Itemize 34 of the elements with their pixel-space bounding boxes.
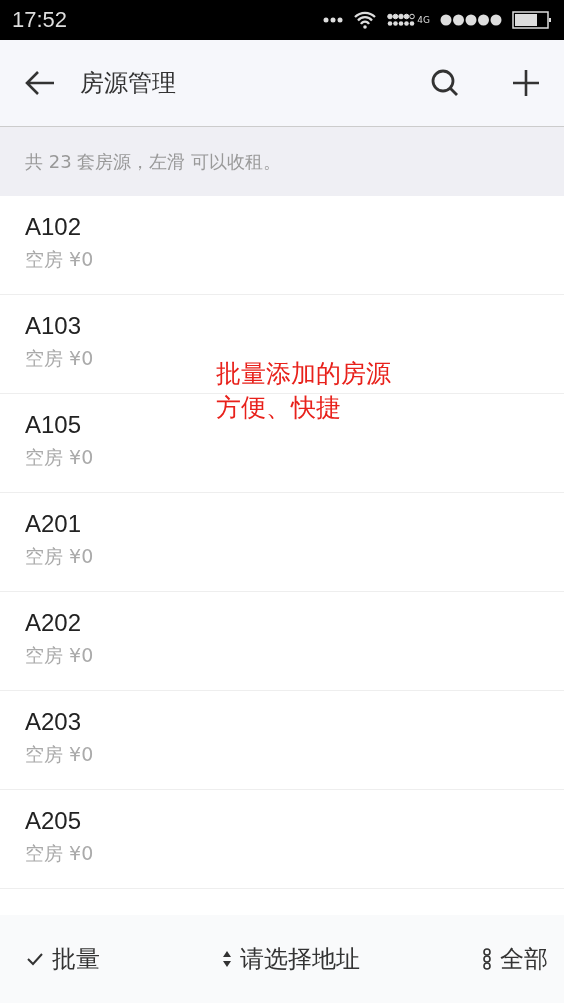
signal-icon xyxy=(387,13,416,27)
ring-stack-icon xyxy=(482,948,492,970)
more-dots-icon xyxy=(323,17,344,23)
notice-text: 共 23 套房源，左滑 可以收租。 xyxy=(25,149,282,174)
network-label: 4G xyxy=(417,15,430,25)
search-button[interactable] xyxy=(430,68,460,98)
room-name[interactable]: A202 xyxy=(25,609,82,637)
room-name[interactable]: A102 xyxy=(25,213,82,241)
batch-button[interactable]: 批量 xyxy=(26,943,100,975)
signal-dots-icon xyxy=(440,14,502,26)
back-button[interactable] xyxy=(24,70,56,96)
room-status: 空房 ¥0 xyxy=(25,247,94,272)
annotation-text: 批量添加的房源 xyxy=(216,358,391,390)
room-status: 空房 ¥0 xyxy=(25,346,94,371)
room-name[interactable]: A105 xyxy=(25,411,82,439)
add-button[interactable] xyxy=(512,69,540,97)
filter-button[interactable]: 全部 xyxy=(482,943,548,975)
room-name[interactable]: A201 xyxy=(25,510,82,538)
room-status: 空房 ¥0 xyxy=(25,841,94,866)
page-title: 房源管理 xyxy=(80,68,177,99)
room-name[interactable]: A103 xyxy=(25,312,82,340)
status-time: 17:52 xyxy=(12,7,68,33)
annotation-text: 方便、快捷 xyxy=(216,392,341,424)
check-icon xyxy=(26,952,44,966)
room-status: 空房 ¥0 xyxy=(25,742,94,767)
room-status: 空房 ¥0 xyxy=(25,643,94,668)
battery-icon xyxy=(512,11,552,29)
address-select-button[interactable]: 请选择地址 xyxy=(222,943,360,975)
room-status: 空房 ¥0 xyxy=(25,544,94,569)
room-status: 空房 ¥0 xyxy=(25,445,94,470)
sort-icon xyxy=(222,950,232,968)
room-name[interactable]: A205 xyxy=(25,807,82,835)
room-name[interactable]: A203 xyxy=(25,708,82,736)
wifi-icon xyxy=(353,11,378,29)
